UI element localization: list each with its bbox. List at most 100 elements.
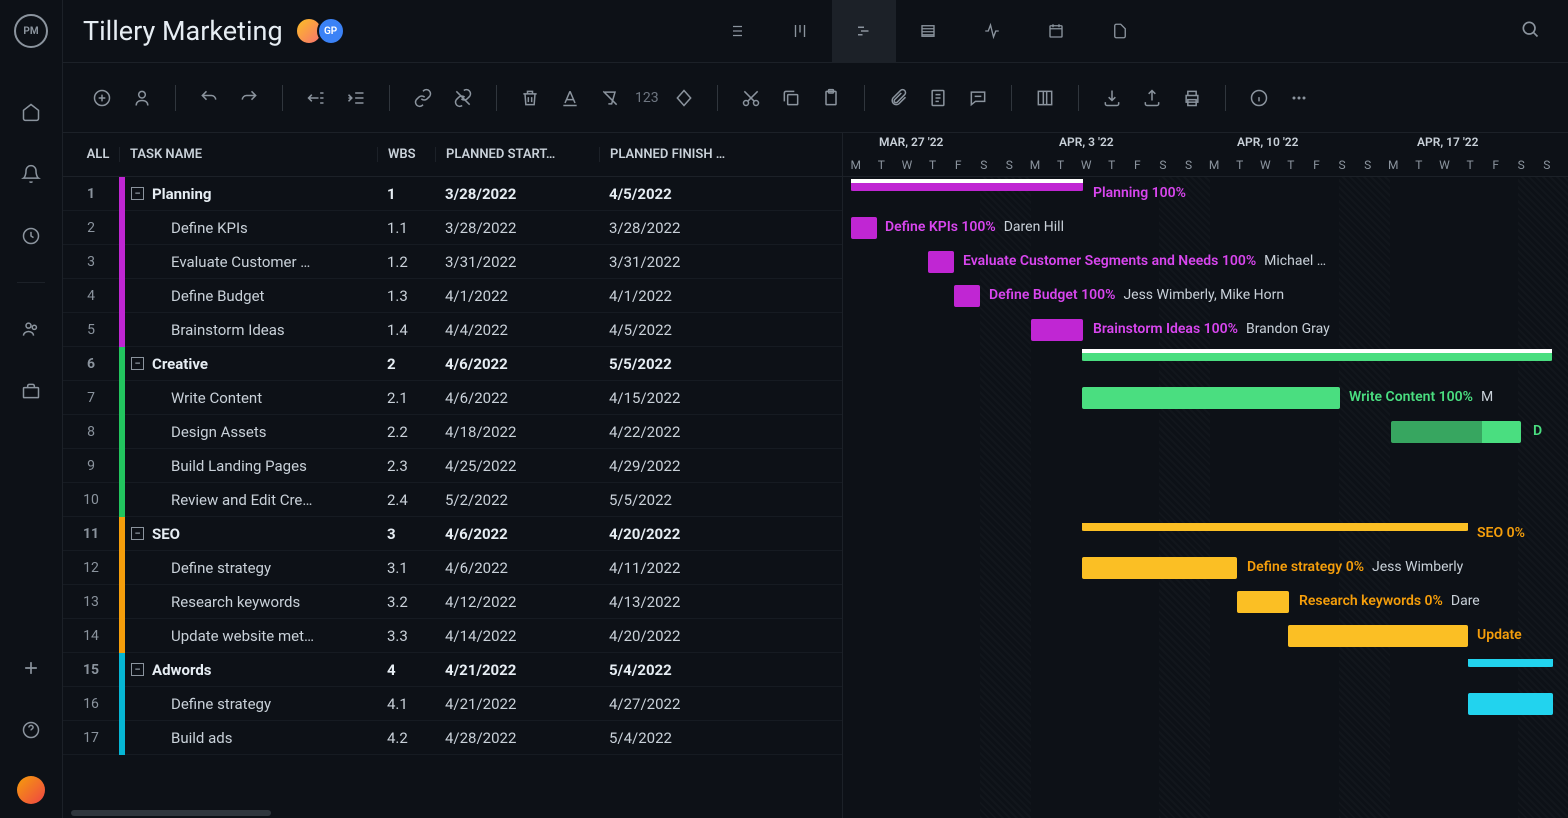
team-icon[interactable] (15, 313, 47, 345)
user-avatar[interactable] (17, 776, 45, 804)
search-icon[interactable] (1512, 11, 1548, 51)
gantt-bar-label: Evaluate Customer Segments and Needs 100… (963, 253, 1326, 269)
start-cell: 3/28/2022 (435, 219, 599, 237)
outdent-icon[interactable] (301, 83, 331, 113)
table-row[interactable]: 11−SEO34/6/20224/20/2022 (63, 517, 842, 551)
day-label: S (1534, 158, 1560, 172)
delete-icon[interactable] (515, 83, 545, 113)
gantt-bar[interactable] (1082, 387, 1340, 409)
table-row[interactable]: 12Define strategy3.14/6/20224/11/2022 (63, 551, 842, 585)
more-icon[interactable] (1284, 83, 1314, 113)
table-row[interactable]: 6−Creative24/6/20225/5/2022 (63, 347, 842, 381)
attachment-icon[interactable] (883, 83, 913, 113)
collapse-icon[interactable]: − (131, 357, 144, 370)
table-row[interactable]: 3Evaluate Customer …1.23/31/20223/31/202… (63, 245, 842, 279)
gantt-bar[interactable] (1082, 523, 1468, 531)
print-icon[interactable] (1177, 83, 1207, 113)
view-board-icon[interactable] (768, 0, 832, 63)
col-all[interactable]: ALL (63, 147, 119, 162)
cut-icon[interactable] (736, 83, 766, 113)
col-planned-start[interactable]: PLANNED START… (435, 147, 599, 162)
table-row[interactable]: 8Design Assets2.24/18/20224/22/2022 (63, 415, 842, 449)
day-label: S (997, 158, 1023, 172)
gantt-bar[interactable] (851, 217, 877, 239)
redo-icon[interactable] (234, 83, 264, 113)
day-label: T (1278, 158, 1304, 172)
app-logo[interactable]: PM (14, 14, 48, 48)
gantt-row: Define strategy 0%Jess Wimberly (843, 551, 1568, 585)
member-avatars[interactable]: GP (301, 17, 345, 45)
horizontal-scrollbar[interactable] (63, 808, 842, 818)
help-icon[interactable] (15, 714, 47, 746)
gantt-row (843, 483, 1568, 517)
gantt-bar[interactable] (954, 285, 980, 307)
collapse-icon[interactable]: − (131, 187, 144, 200)
table-row[interactable]: 14Update website met…3.34/14/20224/20/20… (63, 619, 842, 653)
table-row[interactable]: 10Review and Edit Cre…2.45/2/20225/5/202… (63, 483, 842, 517)
view-activity-icon[interactable] (960, 0, 1024, 63)
gantt-bar-label: Define strategy 0%Jess Wimberly (1247, 559, 1463, 575)
table-row[interactable]: 17Build ads4.24/28/20225/4/2022 (63, 721, 842, 755)
gantt-bar[interactable] (1468, 659, 1553, 667)
text-style-icon[interactable] (555, 83, 585, 113)
wbs-cell: 3.1 (377, 559, 435, 577)
view-list-icon[interactable] (704, 0, 768, 63)
gantt-bar[interactable] (1237, 591, 1289, 613)
day-label: T (1099, 158, 1125, 172)
table-row[interactable]: 7Write Content2.14/6/20224/15/2022 (63, 381, 842, 415)
home-icon[interactable] (15, 96, 47, 128)
gantt-bar[interactable] (1031, 319, 1083, 341)
table-row[interactable]: 15−Adwords44/21/20225/4/2022 (63, 653, 842, 687)
clear-format-icon[interactable] (595, 83, 625, 113)
collapse-icon[interactable]: − (131, 663, 144, 676)
day-label: W (1073, 158, 1099, 172)
link-icon[interactable] (408, 83, 438, 113)
table-row[interactable]: 1−Planning13/28/20224/5/2022 (63, 177, 842, 211)
gantt-bar[interactable] (1468, 693, 1553, 715)
unlink-icon[interactable] (448, 83, 478, 113)
table-row[interactable]: 5Brainstorm Ideas1.44/4/20224/5/2022 (63, 313, 842, 347)
gantt-bar[interactable] (1288, 625, 1468, 647)
gantt-bar[interactable] (1082, 557, 1237, 579)
separator (389, 85, 390, 111)
info-icon[interactable] (1244, 83, 1274, 113)
collapse-icon[interactable]: − (131, 527, 144, 540)
view-calendar-icon[interactable] (1024, 0, 1088, 63)
table-row[interactable]: 2Define KPIs1.13/28/20223/28/2022 (63, 211, 842, 245)
col-planned-finish[interactable]: PLANNED FINISH … (599, 147, 769, 162)
notes-icon[interactable] (923, 83, 953, 113)
gantt-chart[interactable]: MAR, 27 '22APR, 3 '22APR, 10 '22APR, 17 … (843, 133, 1568, 818)
bell-icon[interactable] (15, 158, 47, 190)
gantt-bar[interactable] (928, 251, 954, 273)
gantt-bar[interactable] (1082, 353, 1552, 361)
copy-icon[interactable] (776, 83, 806, 113)
export-icon[interactable] (1137, 83, 1167, 113)
columns-icon[interactable] (1030, 83, 1060, 113)
view-sheet-icon[interactable] (896, 0, 960, 63)
undo-icon[interactable] (194, 83, 224, 113)
col-wbs[interactable]: WBS (377, 147, 435, 162)
clock-icon[interactable] (15, 220, 47, 252)
milestone-icon[interactable] (669, 83, 699, 113)
day-label: M (843, 158, 869, 172)
indent-icon[interactable] (341, 83, 371, 113)
finish-cell: 5/5/2022 (599, 355, 769, 373)
table-row[interactable]: 13Research keywords3.24/12/20224/13/2022 (63, 585, 842, 619)
assign-icon[interactable] (127, 83, 157, 113)
avatar-2[interactable]: GP (317, 17, 345, 45)
table-row[interactable]: 16Define strategy4.14/21/20224/27/2022 (63, 687, 842, 721)
wbs-cell: 2.3 (377, 457, 435, 475)
comment-icon[interactable] (963, 83, 993, 113)
gantt-bar[interactable] (851, 183, 1083, 191)
add-task-icon[interactable] (87, 83, 117, 113)
col-task-name[interactable]: TASK NAME (119, 147, 377, 162)
view-gantt-icon[interactable] (832, 0, 896, 63)
table-row[interactable]: 9Build Landing Pages2.34/25/20224/29/202… (63, 449, 842, 483)
paste-icon[interactable] (816, 83, 846, 113)
view-file-icon[interactable] (1088, 0, 1152, 63)
table-row[interactable]: 4Define Budget1.34/1/20224/1/2022 (63, 279, 842, 313)
gantt-bar[interactable] (1391, 421, 1521, 443)
plus-icon[interactable] (15, 652, 47, 684)
briefcase-icon[interactable] (15, 375, 47, 407)
import-icon[interactable] (1097, 83, 1127, 113)
